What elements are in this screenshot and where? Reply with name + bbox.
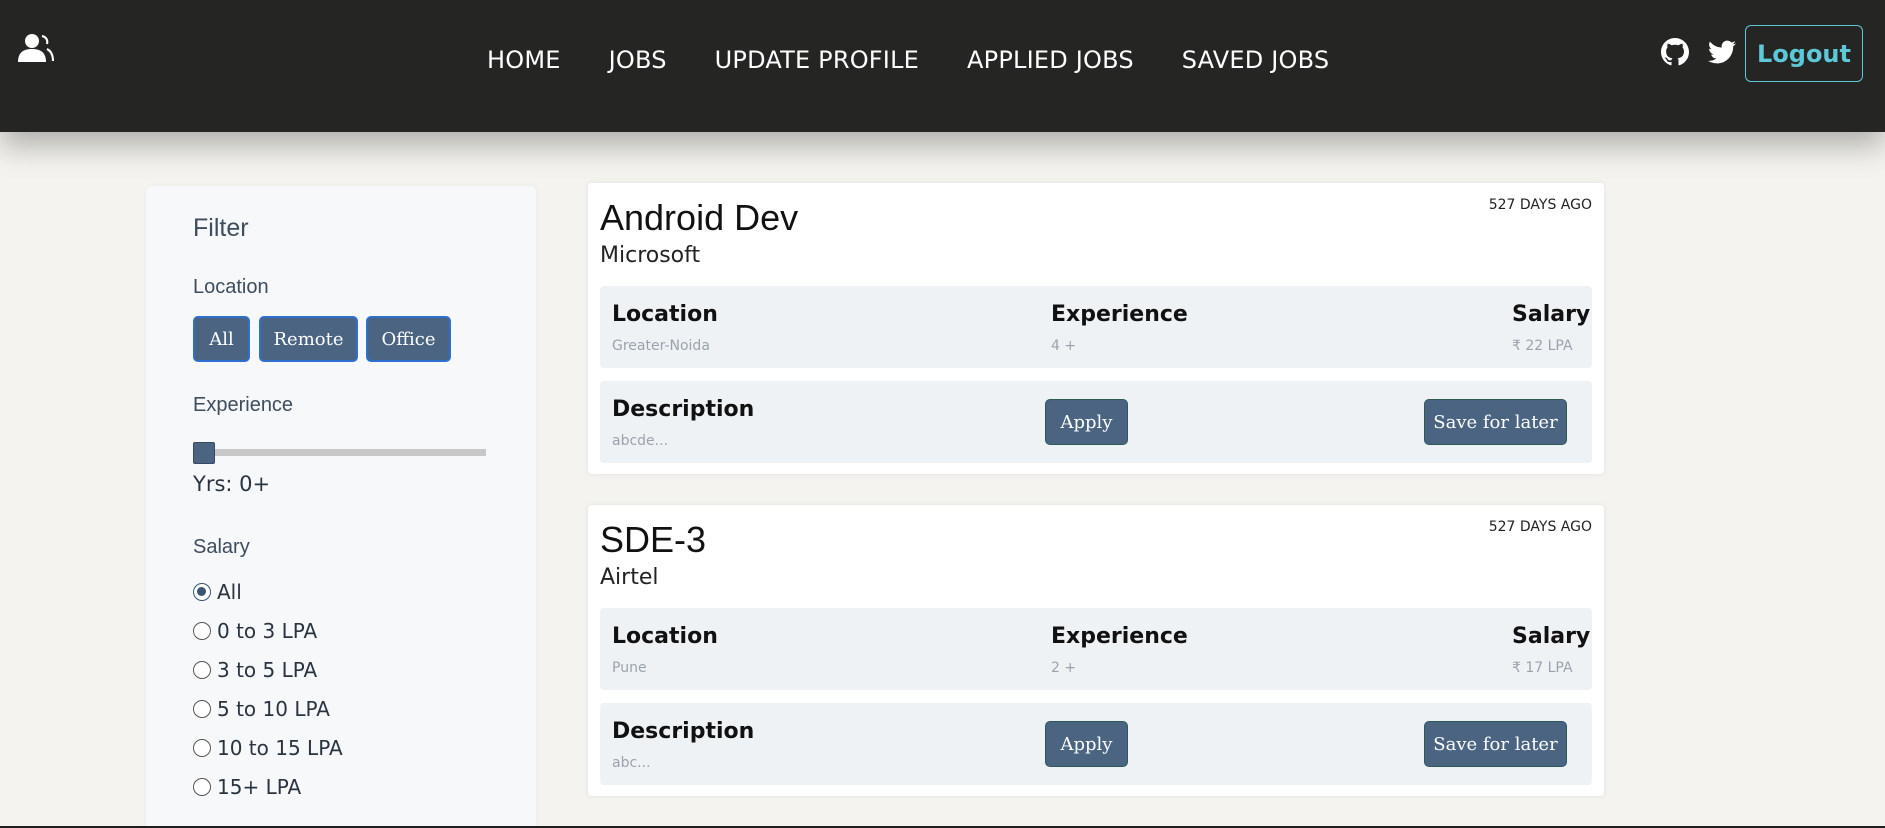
location-heading: Location	[612, 302, 718, 327]
salary-option-15-plus[interactable]: 15+ LPA	[193, 775, 301, 799]
experience-slider-thumb[interactable]	[193, 442, 215, 464]
job-title: SDE-3	[600, 519, 707, 560]
top-navbar: HOME JOBS UPDATE PROFILE APPLIED JOBS SA…	[0, 0, 1885, 132]
salary-radio-15-plus[interactable]	[193, 778, 211, 796]
salary-option-label: 0 to 3 LPA	[217, 619, 318, 643]
job-details-box: Location Greater-Noida Experience 4 + Sa…	[600, 286, 1592, 368]
filter-title: Filter	[193, 214, 249, 242]
job-description-box: Description abcde... Apply Save for late…	[600, 381, 1592, 463]
salary-option-0-3[interactable]: 0 to 3 LPA	[193, 619, 317, 643]
job-title: Android Dev	[600, 197, 799, 238]
nav-applied-jobs[interactable]: APPLIED JOBS	[967, 46, 1134, 74]
experience-value: 2 +	[1051, 660, 1077, 676]
nav-update-profile[interactable]: UPDATE PROFILE	[715, 46, 919, 74]
salary-option-label: 10 to 15 LPA	[217, 736, 343, 760]
save-for-later-button[interactable]: Save for later	[1424, 721, 1567, 767]
location-office-button[interactable]: Office	[366, 316, 451, 362]
salary-heading: Salary	[1512, 624, 1591, 649]
apply-button[interactable]: Apply	[1045, 721, 1128, 767]
salary-option-label: 3 to 5 LPA	[217, 658, 318, 682]
experience-heading: Experience	[1051, 624, 1188, 649]
description-value: abc...	[612, 755, 651, 771]
filter-panel: Filter Location All Remote Office Experi…	[146, 186, 536, 828]
twitter-icon[interactable]	[1708, 38, 1736, 66]
description-heading: Description	[612, 719, 755, 744]
experience-value: 4 +	[1051, 338, 1077, 354]
description-value: abcde...	[612, 433, 669, 449]
github-icon[interactable]	[1661, 38, 1689, 66]
salary-option-label: 15+ LPA	[217, 775, 302, 799]
location-value: Greater-Noida	[612, 338, 710, 354]
salary-radio-all[interactable]	[193, 583, 211, 601]
location-remote-button[interactable]: Remote	[259, 316, 358, 362]
salary-option-3-5[interactable]: 3 to 5 LPA	[193, 658, 317, 682]
salary-value: ₹ 22 LPA	[1512, 338, 1573, 354]
apply-button[interactable]: Apply	[1045, 399, 1128, 445]
save-for-later-button[interactable]: Save for later	[1424, 399, 1567, 445]
location-filter-label: Location	[193, 276, 269, 298]
job-card: Android Dev Microsoft 527 DAYS AGO Locat…	[588, 183, 1604, 474]
salary-option-5-10[interactable]: 5 to 10 LPA	[193, 697, 330, 721]
salary-heading: Salary	[1512, 302, 1591, 327]
job-card: SDE-3 Airtel 527 DAYS AGO Location Pune …	[588, 505, 1604, 796]
location-all-button[interactable]: All	[193, 316, 250, 362]
job-company: Microsoft	[600, 243, 701, 268]
job-posted-time: 527 DAYS AGO	[1488, 519, 1592, 535]
salary-radio-5-10[interactable]	[193, 700, 211, 718]
location-heading: Location	[612, 624, 718, 649]
description-heading: Description	[612, 397, 755, 422]
job-details-box: Location Pune Experience 2 + Salary ₹ 17…	[600, 608, 1592, 690]
experience-slider-track[interactable]	[193, 449, 486, 456]
salary-option-label: 5 to 10 LPA	[217, 697, 330, 721]
job-posted-time: 527 DAYS AGO	[1488, 197, 1592, 213]
nav-home[interactable]: HOME	[487, 46, 561, 74]
experience-years-readout: Yrs: 0+	[193, 472, 271, 496]
user-group-icon[interactable]	[16, 32, 54, 66]
job-description-box: Description abc... Apply Save for later	[600, 703, 1592, 785]
salary-radio-10-15[interactable]	[193, 739, 211, 757]
nav-saved-jobs[interactable]: SAVED JOBS	[1182, 46, 1330, 74]
experience-heading: Experience	[1051, 302, 1188, 327]
salary-option-all[interactable]: All	[193, 580, 242, 604]
salary-radio-0-3[interactable]	[193, 622, 211, 640]
salary-value: ₹ 17 LPA	[1512, 660, 1573, 676]
main-nav: HOME JOBS UPDATE PROFILE APPLIED JOBS SA…	[487, 46, 1377, 74]
logout-button[interactable]: Logout	[1745, 25, 1863, 82]
salary-option-label: All	[217, 580, 242, 604]
salary-option-10-15[interactable]: 10 to 15 LPA	[193, 736, 343, 760]
salary-filter-label: Salary	[193, 536, 250, 558]
experience-filter-label: Experience	[193, 394, 294, 416]
location-value: Pune	[612, 660, 647, 676]
job-company: Airtel	[600, 565, 659, 590]
nav-jobs[interactable]: JOBS	[609, 46, 667, 74]
salary-radio-3-5[interactable]	[193, 661, 211, 679]
